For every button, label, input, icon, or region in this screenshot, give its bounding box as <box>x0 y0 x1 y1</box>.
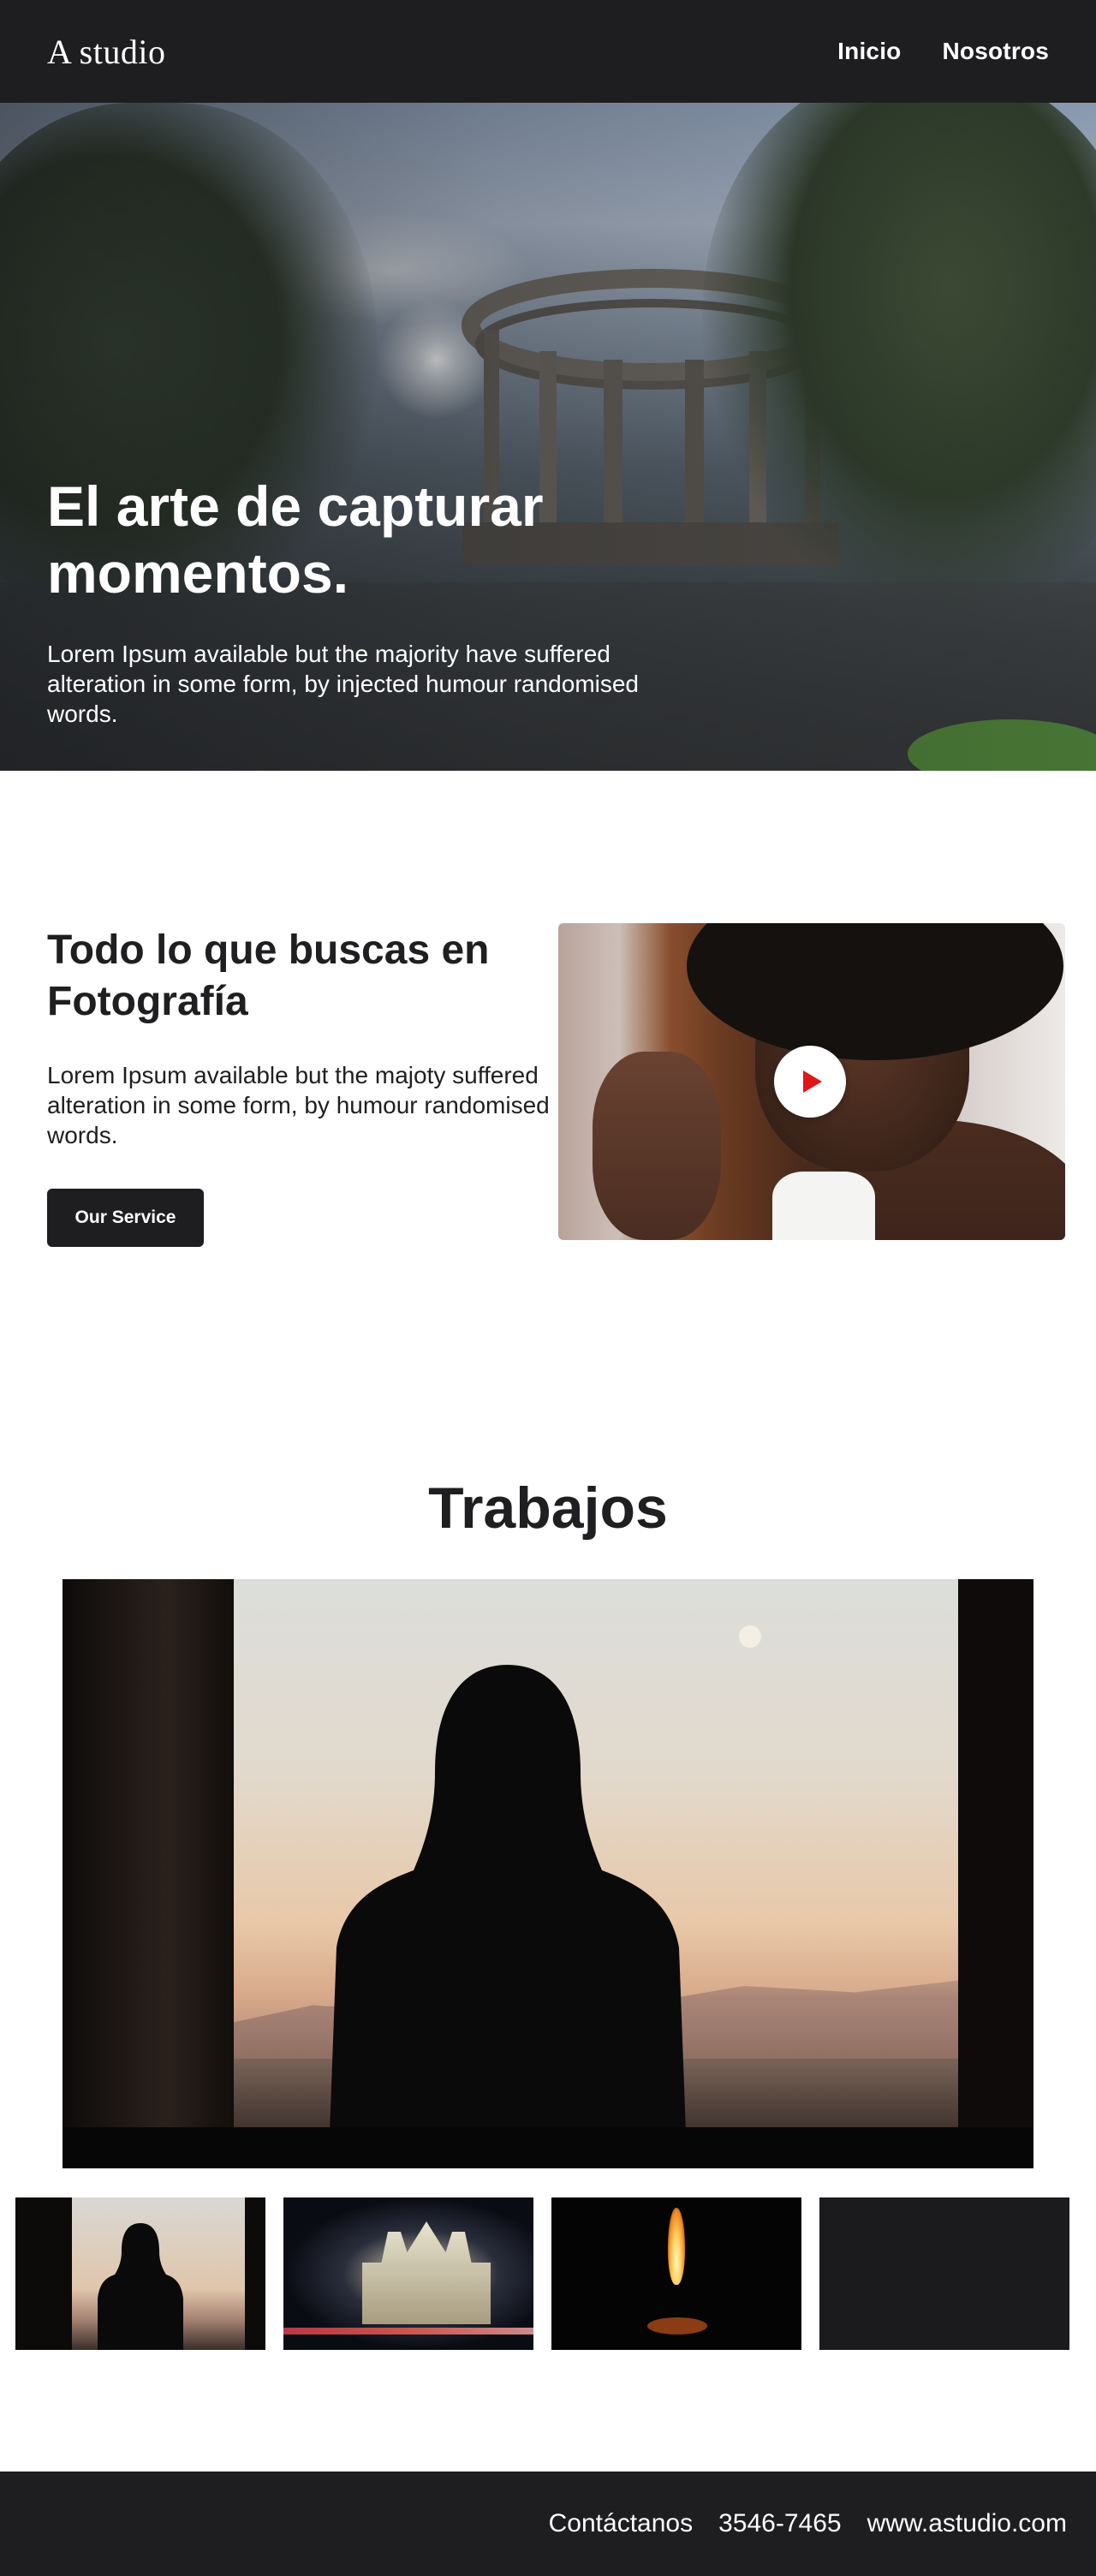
video-hand <box>593 1052 721 1240</box>
thumbnail-light-streak <box>283 2328 533 2334</box>
thumbnail-candle[interactable] <box>551 2197 801 2350</box>
thumbnail-frame-left <box>15 2197 72 2350</box>
main-photo-sill <box>63 2127 1033 2168</box>
thumbnail-silhouette[interactable] <box>15 2197 265 2350</box>
intro-video-thumbnail[interactable] <box>558 923 1065 1240</box>
thumbnail-silhouette-figure <box>98 2223 183 2350</box>
thumbnail-frame-right <box>245 2197 265 2350</box>
thumbnail-church[interactable] <box>283 2197 533 2350</box>
footer-website[interactable]: www.astudio.com <box>867 2509 1067 2538</box>
main-photo-silhouette <box>328 1665 688 2168</box>
video-top <box>772 1172 875 1240</box>
main-nav: Inicio Nosotros <box>837 38 1049 65</box>
main-photo-frame-right <box>958 1579 1033 2168</box>
video-hair <box>687 923 1063 1060</box>
thumbnail-empty[interactable] <box>819 2197 1069 2350</box>
site-footer: Contáctanos 3546-7465 www.astudio.com <box>0 2472 1096 2576</box>
intro-title: Todo lo que buscas en Fotografía <box>47 927 490 1024</box>
hero-section: El arte de capturar momentos. Lorem Ipsu… <box>0 103 1096 771</box>
site-logo[interactable]: A studio <box>47 32 165 72</box>
intro-text: Lorem Ipsum available but the majoty suf… <box>47 1062 550 1148</box>
nav-link-nosotros[interactable]: Nosotros <box>943 38 1050 65</box>
our-service-button[interactable]: Our Service <box>47 1189 204 1247</box>
footer-phone[interactable]: 3546-7465 <box>718 2509 841 2538</box>
works-main-photo[interactable] <box>63 1579 1033 2168</box>
works-title: Trabajos <box>428 1476 668 1541</box>
hero-text: Lorem Ipsum available but the majority h… <box>47 641 640 727</box>
nav-link-inicio[interactable]: Inicio <box>837 38 901 65</box>
thumbnail-church-building <box>362 2221 491 2324</box>
main-photo-frame-left <box>63 1579 234 2168</box>
site-header: A studio Inicio Nosotros <box>0 0 1096 103</box>
play-icon <box>803 1070 822 1093</box>
play-button[interactable] <box>774 1046 846 1118</box>
thumbnail-candle-flame <box>668 2208 685 2285</box>
hero-title: El arte de capturar momentos. <box>47 474 544 605</box>
footer-contact-label: Contáctanos <box>548 2509 694 2537</box>
main-photo-moon <box>739 1625 761 1648</box>
works-thumbnails <box>15 2197 1070 2350</box>
thumbnail-candle-base <box>647 2317 707 2334</box>
